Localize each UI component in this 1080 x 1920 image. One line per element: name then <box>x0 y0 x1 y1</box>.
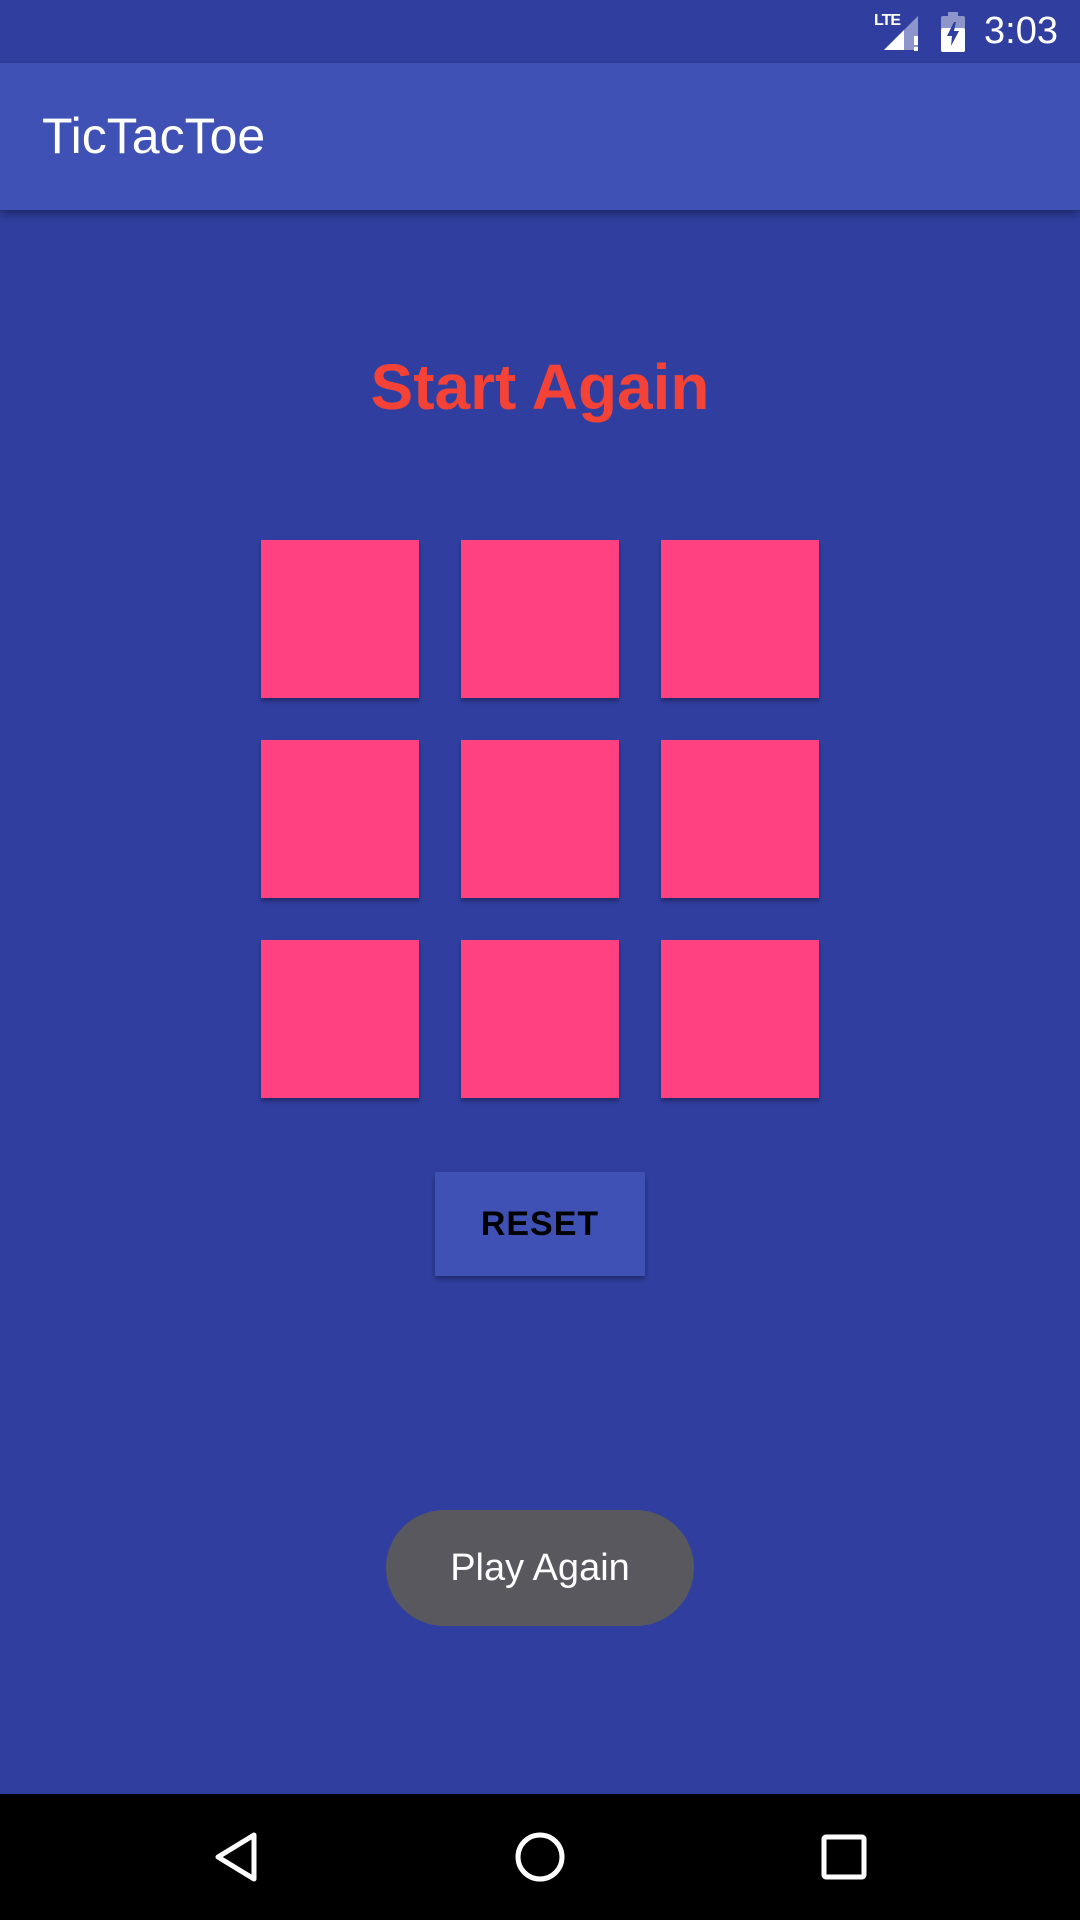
board-cell-9[interactable] <box>661 940 819 1098</box>
board-cell-7[interactable] <box>261 940 419 1098</box>
reset-button[interactable]: RESET <box>435 1172 645 1276</box>
game-status-message: Start Again <box>370 351 710 423</box>
toast-message: Play Again <box>450 1546 630 1589</box>
recents-button[interactable] <box>804 1817 884 1897</box>
board-cell-8[interactable] <box>461 940 619 1098</box>
clock: 3:03 <box>984 10 1058 52</box>
board-cell-3[interactable] <box>661 540 819 698</box>
back-button[interactable] <box>196 1817 276 1897</box>
back-triangle-icon <box>215 1832 257 1882</box>
status-icons: LTE 3:03 <box>874 0 1058 63</box>
toast: Play Again <box>386 1510 694 1626</box>
board-cell-2[interactable] <box>461 540 619 698</box>
app-title: TicTacToe <box>42 108 266 164</box>
board-cell-1[interactable] <box>261 540 419 698</box>
status-bar: LTE 3:03 <box>0 0 1080 63</box>
network-type-label: LTE <box>874 11 901 29</box>
lte-signal-icon: LTE <box>874 10 922 54</box>
board-cell-5[interactable] <box>461 740 619 898</box>
navigation-bar <box>0 1794 1080 1920</box>
board-cell-4[interactable] <box>261 740 419 898</box>
recents-square-icon <box>821 1834 867 1880</box>
battery-charging-icon <box>941 11 966 52</box>
board-cell-6[interactable] <box>661 740 819 898</box>
game-board <box>261 540 819 1098</box>
home-button[interactable] <box>500 1817 580 1897</box>
home-circle-icon <box>515 1832 565 1882</box>
app-bar: TicTacToe <box>0 63 1080 210</box>
screen: LTE 3:03 TicTacToe Start Again RESET Pla… <box>0 0 1080 1920</box>
